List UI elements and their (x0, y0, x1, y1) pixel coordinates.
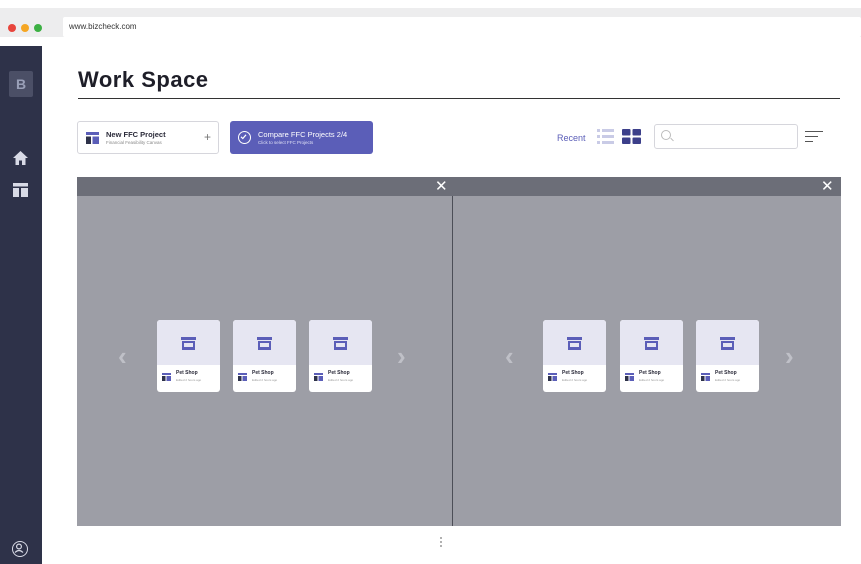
new-project-sublabel: Financial Feasibility Canvas (106, 140, 162, 145)
card-thumbnail (620, 320, 683, 365)
title-divider (78, 98, 840, 99)
page-title: Work Space (78, 67, 209, 92)
card-edited-time: Edited 2 hours ago (176, 378, 202, 382)
left-panel-next-arrow[interactable]: › (397, 343, 406, 369)
search-input[interactable] (654, 124, 798, 149)
panel-divider (452, 196, 453, 526)
project-card[interactable]: Pet Shop Edited 2 hours ago (157, 320, 220, 392)
compare-label: Compare FFC Projects 2/4 (258, 130, 348, 139)
shop-icon (257, 337, 272, 350)
card-edited-time: Edited 2 hours ago (715, 378, 741, 382)
card-thumbnail (233, 320, 296, 365)
compare-overlay-header (77, 177, 841, 196)
card-thumbnail (696, 320, 759, 365)
card-edited-time: Edited 2 hours ago (562, 378, 588, 382)
profile-icon[interactable] (12, 541, 28, 557)
dashboard-icon (86, 132, 99, 144)
right-panel-prev-arrow[interactable]: ‹ (505, 343, 514, 369)
dashboard-icon (238, 373, 247, 381)
shop-icon (644, 337, 659, 350)
browser-chrome: www.bizcheck.com (0, 0, 861, 37)
address-bar[interactable]: www.bizcheck.com (63, 17, 861, 37)
dashboard-icon (625, 373, 634, 381)
app-logo[interactable]: B (9, 71, 33, 97)
search-icon (661, 130, 671, 140)
new-project-button[interactable]: New FFC Project Financial Feasibility Ca… (77, 121, 219, 154)
compare-sublabel: Click to select FFC Projects (258, 140, 314, 145)
card-title: Pet Shop (639, 370, 661, 376)
close-window-dot[interactable] (8, 24, 16, 32)
card-thumbnail (309, 320, 372, 365)
shop-icon (720, 337, 735, 350)
sidebar (0, 46, 42, 564)
project-card[interactable]: Pet Shop Edited 2 hours ago (309, 320, 372, 392)
card-thumbnail (157, 320, 220, 365)
card-title: Pet Shop (252, 370, 274, 376)
grid-view-icon[interactable] (622, 129, 641, 144)
dashboard-icon (314, 373, 323, 381)
dashboard-icon (162, 373, 171, 381)
resize-handle-icon[interactable] (440, 537, 443, 551)
left-panel-prev-arrow[interactable]: ‹ (118, 343, 127, 369)
card-title: Pet Shop (562, 370, 584, 376)
shop-icon (333, 337, 348, 350)
shop-icon (181, 337, 196, 350)
card-title: Pet Shop (176, 370, 198, 376)
list-view-icon[interactable] (597, 129, 614, 144)
close-left-panel-icon[interactable]: ✕ (435, 179, 448, 194)
card-title: Pet Shop (715, 370, 737, 376)
project-card[interactable]: Pet Shop Edited 2 hours ago (233, 320, 296, 392)
card-edited-time: Edited 2 hours ago (639, 378, 665, 382)
right-panel-next-arrow[interactable]: › (785, 343, 794, 369)
project-card[interactable]: Pet Shop Edited 2 hours ago (543, 320, 606, 392)
card-thumbnail (543, 320, 606, 365)
close-overlay-icon[interactable]: ✕ (821, 179, 834, 194)
card-title: Pet Shop (328, 370, 350, 376)
compare-projects-button[interactable]: Compare FFC Projects 2/4 Click to select… (230, 121, 373, 154)
maximize-window-dot[interactable] (34, 24, 42, 32)
project-card[interactable]: Pet Shop Edited 2 hours ago (696, 320, 759, 392)
check-circle-icon (238, 131, 251, 144)
dashboard-icon (548, 373, 557, 381)
card-edited-time: Edited 2 hours ago (328, 378, 354, 382)
dashboard-icon[interactable] (13, 183, 28, 201)
dashboard-icon (701, 373, 710, 381)
sort-icon[interactable] (805, 131, 823, 143)
home-icon[interactable] (13, 151, 28, 169)
new-project-label: New FFC Project (106, 130, 166, 139)
card-edited-time: Edited 2 hours ago (252, 378, 278, 382)
shop-icon (567, 337, 582, 350)
minimize-window-dot[interactable] (21, 24, 29, 32)
recent-sort-label[interactable]: Recent (557, 133, 586, 143)
plus-icon: + (203, 130, 211, 144)
project-card[interactable]: Pet Shop Edited 2 hours ago (620, 320, 683, 392)
